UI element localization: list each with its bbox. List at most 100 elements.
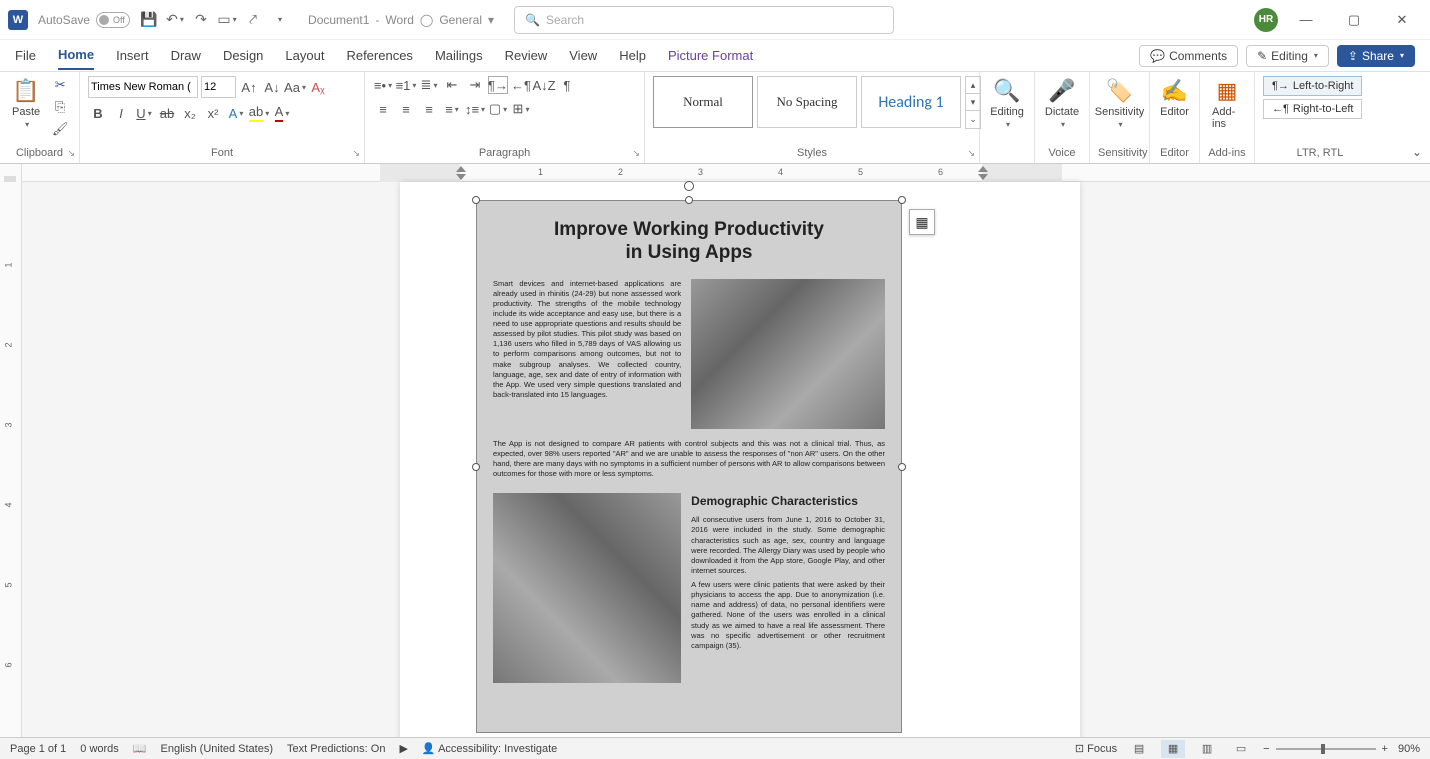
paragraph-launcher-icon[interactable]: ↘ — [632, 148, 640, 159]
styles-scroll-down-icon[interactable]: ▾ — [966, 94, 980, 111]
resize-handle-tl[interactable] — [472, 196, 480, 204]
zoom-out-icon[interactable]: − — [1263, 743, 1269, 755]
resize-handle-ml[interactable] — [472, 463, 480, 471]
style-heading-1[interactable]: Heading 1 — [861, 76, 961, 128]
resize-handle-mr[interactable] — [898, 463, 906, 471]
horizontal-ruler[interactable]: 1 2 3 4 5 6 — [22, 164, 1430, 182]
copy-icon[interactable]: ⎘ — [50, 98, 70, 116]
layout-options-button[interactable]: ▦ — [909, 209, 935, 235]
change-case-icon[interactable]: Aa▾ — [285, 78, 305, 96]
tab-review[interactable]: Review — [505, 42, 548, 69]
bold-icon[interactable]: B — [88, 104, 108, 122]
qat-customize-icon[interactable]: ▾ — [270, 11, 288, 29]
borders-icon[interactable]: ⊞▾ — [511, 100, 531, 118]
document-canvas[interactable]: ▦ Improve Working Productivity in Using … — [22, 182, 1430, 737]
ltr-button[interactable]: ¶→Left-to-Right — [1263, 76, 1362, 96]
decrease-indent-icon[interactable]: ⇤ — [442, 76, 462, 94]
accessibility-status[interactable]: 👤 Accessibility: Investigate — [422, 742, 557, 755]
comments-button[interactable]: 💬Comments — [1139, 45, 1238, 67]
align-right-icon[interactable]: ≡ — [419, 100, 439, 118]
style-no-spacing[interactable]: No Spacing — [757, 76, 857, 128]
justify-icon[interactable]: ≡▾ — [442, 100, 462, 118]
tab-mailings[interactable]: Mailings — [435, 42, 483, 69]
format-painter-icon[interactable]: 🖌 — [50, 120, 70, 138]
increase-indent-icon[interactable]: ⇥ — [465, 76, 485, 94]
user-avatar[interactable]: HR — [1254, 8, 1278, 32]
line-spacing-icon[interactable]: ↕≡▾ — [465, 100, 485, 118]
tab-draw[interactable]: Draw — [171, 42, 201, 69]
sort-icon[interactable]: A↓Z — [534, 76, 554, 94]
bullets-icon[interactable]: ≡•▾ — [373, 76, 393, 94]
styles-launcher-icon[interactable]: ↘ — [967, 148, 975, 159]
align-left-icon[interactable]: ≡ — [373, 100, 393, 118]
font-name-select[interactable] — [88, 76, 198, 98]
qat-item-icon[interactable]: ▭▾ — [218, 11, 236, 29]
page-count[interactable]: Page 1 of 1 — [10, 743, 66, 755]
tab-view[interactable]: View — [569, 42, 597, 69]
tab-file[interactable]: File — [15, 42, 36, 69]
editor-button[interactable]: ✍ Editor — [1156, 76, 1193, 120]
editing-mode-button[interactable]: ✎Editing▾ — [1246, 45, 1329, 67]
paste-button[interactable]: 📋 Paste ▾ — [8, 76, 44, 131]
dictate-button[interactable]: 🎤 Dictate ▾ — [1041, 76, 1083, 131]
highlight-icon[interactable]: ab▾ — [249, 104, 269, 122]
undo-icon[interactable]: ↶▾ — [166, 11, 184, 29]
text-predictions-status[interactable]: Text Predictions: On — [287, 743, 385, 755]
vertical-ruler[interactable]: 1 2 3 4 5 6 — [0, 164, 22, 737]
outline-view-icon[interactable]: ▭ — [1229, 740, 1253, 758]
tab-picture-format[interactable]: Picture Format — [668, 42, 753, 69]
word-count[interactable]: 0 words — [80, 743, 119, 755]
editing-dropdown[interactable]: 🔍 Editing ▾ — [986, 76, 1028, 131]
tab-design[interactable]: Design — [223, 42, 263, 69]
zoom-slider[interactable]: − + — [1263, 743, 1388, 755]
superscript-icon[interactable]: x² — [203, 104, 223, 122]
read-mode-icon[interactable]: ▤ — [1127, 740, 1151, 758]
cut-icon[interactable]: ✂ — [50, 76, 70, 94]
focus-mode-button[interactable]: ⊡ Focus — [1075, 742, 1117, 755]
tab-insert[interactable]: Insert — [116, 42, 149, 69]
underline-icon[interactable]: U▾ — [134, 104, 154, 122]
share-button[interactable]: ⇪Share▾ — [1337, 45, 1415, 67]
clear-formatting-icon[interactable]: Aᵪ — [308, 78, 328, 96]
inserted-picture[interactable]: ▦ Improve Working Productivity in Using … — [476, 200, 902, 733]
shading-icon[interactable]: ▢▾ — [488, 100, 508, 118]
rtl-paragraph-icon[interactable]: ←¶ — [511, 76, 531, 94]
search-input[interactable]: 🔍 Search — [514, 6, 894, 34]
text-effects-icon[interactable]: A▾ — [226, 104, 246, 122]
decrease-font-icon[interactable]: A↓ — [262, 78, 282, 96]
rotate-handle[interactable] — [684, 181, 694, 191]
autosave-toggle[interactable]: Off — [96, 12, 130, 28]
close-button[interactable]: ✕ — [1382, 5, 1422, 35]
redo-icon[interactable]: ↷ — [192, 11, 210, 29]
numbering-icon[interactable]: ≡1▾ — [396, 76, 416, 94]
styles-scroll-up-icon[interactable]: ▴ — [966, 77, 980, 94]
zoom-level[interactable]: 90% — [1398, 743, 1420, 755]
strikethrough-icon[interactable]: ab — [157, 104, 177, 122]
macro-icon[interactable]: ▶ — [399, 742, 407, 755]
tab-home[interactable]: Home — [58, 41, 94, 70]
subscript-icon[interactable]: x₂ — [180, 104, 200, 122]
print-layout-icon[interactable]: ▦ — [1161, 740, 1185, 758]
spell-check-icon[interactable]: 📖 — [133, 742, 147, 755]
align-center-icon[interactable]: ≡ — [396, 100, 416, 118]
minimize-button[interactable]: — — [1286, 5, 1326, 35]
tab-layout[interactable]: Layout — [285, 42, 324, 69]
save-icon[interactable]: 💾 — [140, 11, 158, 29]
increase-font-icon[interactable]: A↑ — [239, 78, 259, 96]
rtl-button[interactable]: ←¶Right-to-Left — [1263, 99, 1362, 119]
font-size-select[interactable] — [201, 76, 236, 98]
style-normal[interactable]: Normal — [653, 76, 753, 128]
tab-references[interactable]: References — [346, 42, 412, 69]
show-marks-icon[interactable]: ¶ — [557, 76, 577, 94]
web-layout-icon[interactable]: ▥ — [1195, 740, 1219, 758]
font-color-icon[interactable]: A▾ — [272, 104, 292, 122]
clipboard-launcher-icon[interactable]: ↘ — [67, 148, 75, 159]
addins-button[interactable]: ▦ Add-ins — [1208, 76, 1246, 132]
zoom-in-icon[interactable]: + — [1382, 743, 1388, 755]
multilevel-list-icon[interactable]: ≣▾ — [419, 76, 439, 94]
language-status[interactable]: English (United States) — [161, 743, 274, 755]
resize-handle-tr[interactable] — [898, 196, 906, 204]
ltr-paragraph-icon[interactable]: ¶→ — [488, 76, 508, 94]
tab-help[interactable]: Help — [619, 42, 646, 69]
font-launcher-icon[interactable]: ↘ — [352, 148, 360, 159]
